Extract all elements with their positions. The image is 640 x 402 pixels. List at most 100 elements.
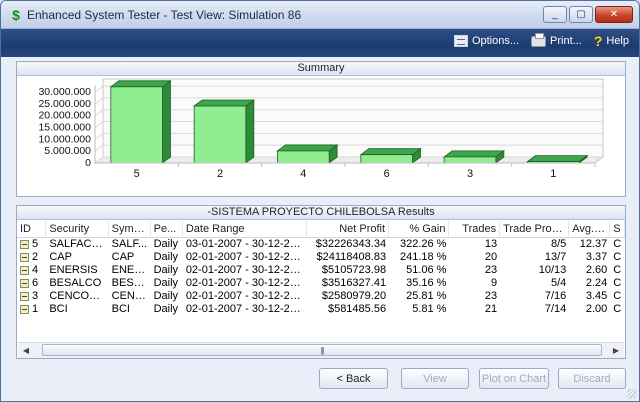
cell-net-profit: $5105723.98: [321, 264, 387, 276]
x-tick-label: 6: [384, 168, 390, 180]
bar-top: [109, 80, 172, 88]
horizontal-scrollbar[interactable]: ◀ ||| ▶: [18, 342, 624, 358]
bar: [277, 150, 330, 164]
cell-trades: 21: [484, 303, 498, 315]
printer-icon: [531, 32, 547, 47]
y-tick-label: 25.000.000: [38, 98, 91, 110]
help-icon: ?: [593, 33, 603, 49]
table-row[interactable]: 2 CAP CAP Daily 02-01-2007 - 30-12-2009 $2411…: [17, 251, 625, 264]
scroll-grip-icon: |||: [320, 345, 324, 355]
cell-security: CAP: [49, 251, 72, 263]
scroll-thumb[interactable]: |||: [42, 344, 602, 356]
resize-grip-icon[interactable]: [627, 389, 637, 399]
cell-gain: 5.81 %: [412, 303, 447, 315]
view-button[interactable]: View: [401, 368, 469, 389]
table-row[interactable]: 6 BESALCO BESA... Daily 02-01-2007 - 30-12-2…: [17, 277, 625, 290]
grid-body: 5 SALFACORPSALF... Daily 03-01-2007 - 30-12…: [17, 238, 625, 316]
col-header-symbol[interactable]: Symbol: [109, 221, 151, 237]
cell-trade-profit: 5/4: [551, 277, 567, 289]
app-window: $ Enhanced System Tester - Test View: Si…: [0, 0, 640, 402]
header-toolbar: Options... Print... ? Help: [1, 29, 639, 57]
col-header-trade-profit[interactable]: Trade Profit/...: [500, 221, 570, 237]
scroll-track[interactable]: |||: [34, 343, 608, 358]
bar: [193, 105, 247, 164]
options-label: Options...: [471, 35, 520, 47]
col-header-security[interactable]: Security: [46, 221, 109, 237]
cell-security: CENCOSUD: [49, 290, 109, 302]
options-button[interactable]: Options...: [453, 35, 520, 47]
cell-gain: 35.16 %: [406, 277, 447, 289]
col-header-s[interactable]: S: [610, 221, 625, 237]
scroll-right-icon[interactable]: ▶: [608, 343, 624, 358]
help-button[interactable]: ? Help: [593, 33, 629, 49]
cell-avg: 2.60: [585, 264, 608, 276]
col-header-id[interactable]: ID: [17, 221, 47, 237]
cell-symbol: BCI: [111, 303, 130, 315]
summary-bar-chart: 05.000.00010.000.00015.000.00020.000.000…: [38, 78, 605, 180]
close-button[interactable]: ✕: [595, 6, 633, 23]
collapse-icon[interactable]: [20, 279, 29, 288]
cell-trade-profit: 8/5: [551, 238, 567, 250]
table-row[interactable]: 3 CENCOSUD CENC... Daily 02-01-2007 - 30-12-…: [17, 290, 625, 303]
scroll-left-icon[interactable]: ◀: [18, 343, 34, 358]
y-tick-label: 20.000.000: [38, 110, 91, 122]
cell-gain: 51.06 %: [406, 264, 447, 276]
collapse-icon[interactable]: [20, 292, 29, 301]
collapse-icon[interactable]: [20, 305, 29, 314]
bar: [443, 156, 497, 164]
cell-net-profit: $32226343.34: [315, 238, 387, 250]
cell-trade-profit: 13/7: [544, 251, 567, 263]
cell-trade-profit: 10/13: [538, 264, 567, 276]
bar: [110, 86, 163, 164]
col-header-avg[interactable]: Avg. ...: [569, 221, 611, 237]
cell-gain: 241.18 %: [399, 251, 447, 263]
collapse-icon[interactable]: [20, 240, 29, 249]
maximize-button[interactable]: ▢: [569, 6, 593, 23]
bar-side: [162, 80, 171, 164]
cell-trades: 23: [484, 264, 498, 276]
col-header-date-range[interactable]: Date Range: [183, 221, 308, 237]
cell-avg: 2.24: [585, 277, 608, 289]
col-header-gain[interactable]: % Gain: [389, 221, 450, 237]
print-button[interactable]: Print...: [531, 32, 582, 47]
maximize-icon: ▢: [576, 9, 586, 20]
collapse-icon[interactable]: [20, 253, 29, 262]
x-tick-label: 5: [134, 168, 140, 180]
cell-s: C: [613, 303, 622, 315]
window-title: Enhanced System Tester - Test View: Simu…: [27, 8, 302, 22]
col-header-period[interactable]: Pe...: [151, 221, 183, 237]
cell-date-range: 02-01-2007 - 30-12-2009: [185, 264, 308, 276]
y-tick-label: 5.000.000: [44, 145, 91, 157]
col-header-trades[interactable]: Trades: [449, 221, 501, 237]
cell-net-profit: $24118408.83: [316, 251, 387, 263]
table-row[interactable]: 4 ENERSIS ENER... Daily 02-01-2007 - 30-12-2…: [17, 264, 625, 277]
cell-symbol: BESA...: [111, 277, 151, 289]
y-tick-label: 15.000.000: [38, 122, 91, 134]
cell-id: 3: [17, 290, 46, 303]
collapse-icon[interactable]: [20, 266, 29, 275]
minimize-button[interactable]: _: [543, 6, 567, 23]
cell-avg: 12.37: [579, 238, 608, 250]
cell-s: C: [613, 264, 622, 276]
cell-trades: 20: [484, 251, 498, 263]
results-panel: -SISTEMA PROYECTO CHILEBOLSA Results ID …: [16, 205, 626, 359]
row-id: 3: [32, 290, 39, 302]
results-grid: ID Security Symbol Pe... Date Range Net …: [17, 221, 625, 316]
cell-s: C: [613, 251, 622, 263]
table-row[interactable]: 5 SALFACORPSALF... Daily 03-01-2007 - 30-12…: [17, 238, 625, 251]
cell-period: Daily: [153, 277, 179, 289]
bar-top: [359, 148, 422, 156]
cell-security: BCI: [49, 303, 68, 315]
discard-button[interactable]: Discard: [558, 368, 626, 389]
col-header-net-profit[interactable]: Net Profit: [307, 221, 390, 237]
back-button[interactable]: < Back: [319, 368, 388, 389]
cell-security: SALFACORP: [49, 238, 108, 250]
table-row[interactable]: 1 BCI BCI Daily 02-01-2007 - 30-12-2009 $5814…: [17, 303, 625, 316]
title-bar[interactable]: $ Enhanced System Tester - Test View: Si…: [1, 1, 639, 29]
plot-on-chart-button[interactable]: Plot on Chart: [479, 368, 549, 389]
cell-symbol: ENER...: [111, 264, 151, 276]
cell-s: C: [613, 277, 622, 289]
bar-top: [192, 99, 256, 107]
cell-gain: 322.26 %: [399, 238, 447, 250]
cell-id: 6: [17, 277, 46, 290]
